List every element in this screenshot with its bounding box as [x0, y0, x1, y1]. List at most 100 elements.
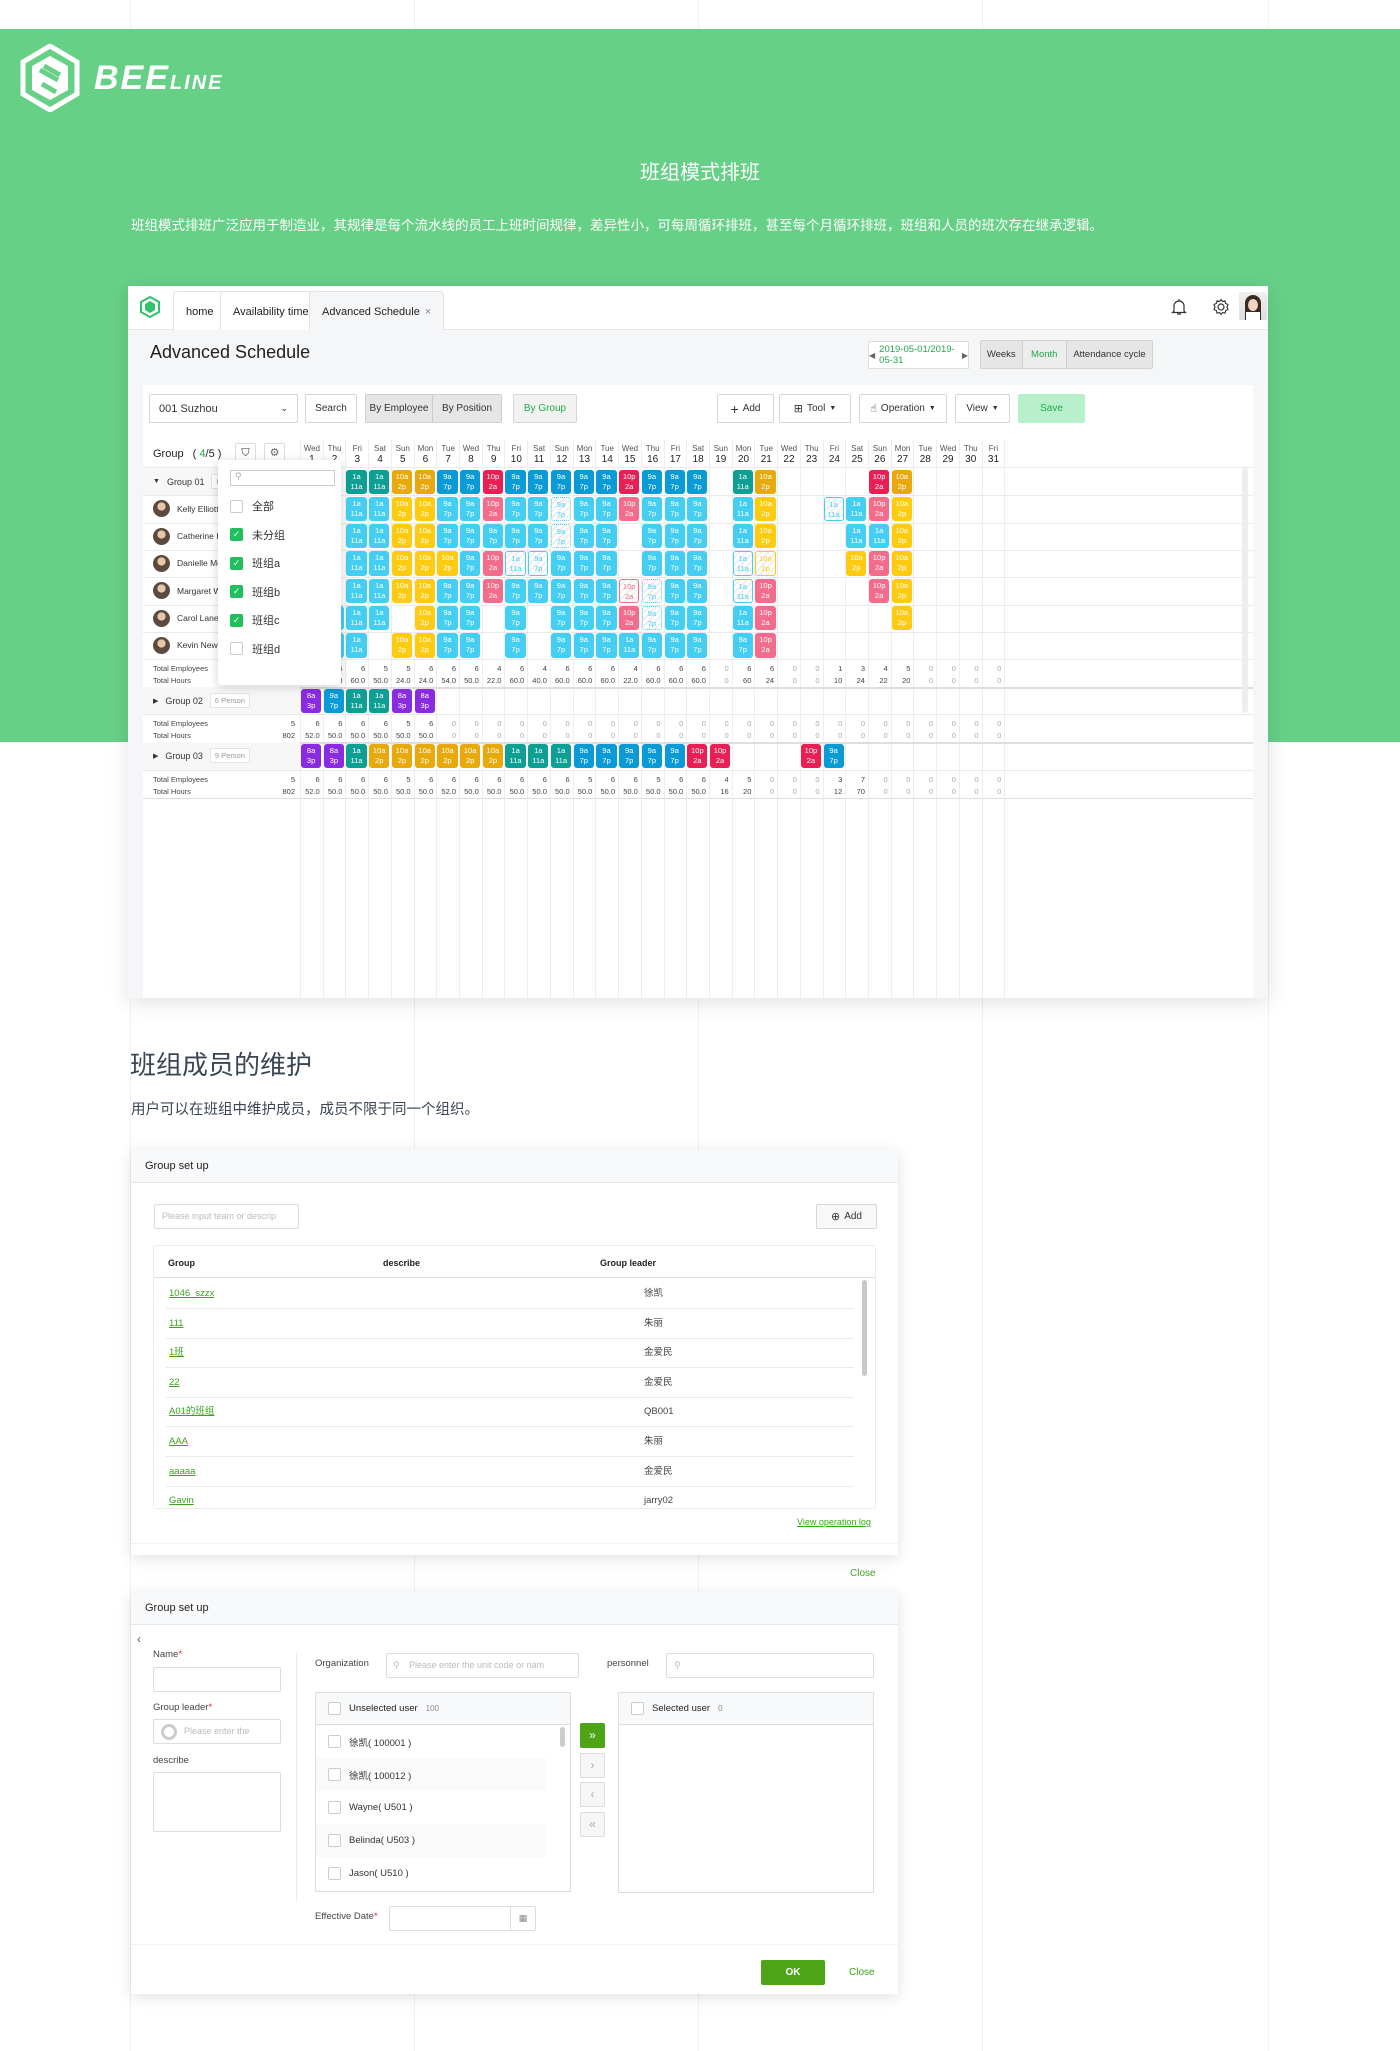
shift-cell[interactable]: 10a 2p	[414, 496, 435, 522]
shift-cell[interactable]: 1a 11a	[619, 633, 640, 658]
by-employee-button[interactable]: By Employee	[366, 395, 434, 422]
shift-cell[interactable]: 10a 2p	[891, 578, 912, 603]
shift-cell[interactable]: 10a 2p	[391, 551, 413, 576]
shift-cell[interactable]: 9a7p	[573, 496, 594, 522]
shift-cell[interactable]: 9a7p	[596, 551, 617, 576]
shift-cell[interactable]: 1a 11a	[346, 551, 367, 576]
shift-cell[interactable]: 10p 2a	[869, 551, 890, 576]
shift-cell[interactable]: 9a7p	[641, 469, 663, 494]
checkbox-checked-icon[interactable]: ✓	[230, 528, 243, 541]
shift-cell[interactable]: 1a 11a	[869, 524, 890, 549]
view-mode-month[interactable]: Month	[1022, 341, 1067, 368]
shift-cell[interactable]: 9a7p	[687, 578, 708, 603]
shift-cell[interactable]: 1a 11a	[550, 743, 572, 769]
next-period-icon[interactable]: ▶	[962, 351, 968, 360]
shift-cell[interactable]: 1a 11a	[846, 524, 867, 549]
shift-cell[interactable]: 1a 11a	[732, 578, 753, 603]
shift-cell[interactable]: 9a7p	[505, 633, 526, 658]
shift-cell[interactable]: 9a7p	[550, 633, 572, 658]
add-group-button[interactable]: ⊕ Add	[816, 1204, 877, 1229]
shift-cell[interactable]: 10a 2p	[891, 551, 912, 576]
user-list-item[interactable]: 徐凯( 100001 )	[316, 1725, 546, 1758]
shift-cell[interactable]: 9a7p	[550, 469, 572, 494]
move-left-button[interactable]: ‹	[580, 1782, 605, 1807]
user-checkbox[interactable]	[328, 1735, 341, 1748]
shift-cell[interactable]: 10a 2p	[391, 524, 413, 549]
shift-cell[interactable]: 9a7p	[505, 524, 526, 549]
close-button[interactable]: Close	[850, 1568, 876, 1579]
filter-option[interactable]: 班组d	[230, 641, 280, 657]
member-row[interactable]: Margaret Wh	[153, 582, 226, 600]
organization-search-input[interactable]: ⚲ Please enter the unit code or nam	[386, 1653, 579, 1678]
back-chevron-icon[interactable]: ‹	[137, 1632, 141, 1646]
shift-cell[interactable]: 9a7p	[641, 743, 663, 769]
group-row-header[interactable]: ▶ Group 03 9 Person	[153, 748, 250, 764]
user-list-item[interactable]: Belinda( U503 )	[316, 1824, 546, 1857]
user-checkbox[interactable]	[328, 1768, 341, 1781]
shift-cell[interactable]: 9a7p	[528, 469, 549, 494]
shift-cell[interactable]: 1a 11a	[346, 469, 367, 494]
list-scrollbar[interactable]	[560, 1727, 565, 1747]
user-checkbox[interactable]	[328, 1801, 341, 1814]
shift-cell[interactable]: 10a 2p	[891, 524, 912, 549]
shift-cell[interactable]: 9a7p	[437, 524, 458, 549]
shift-cell[interactable]: 9a7p	[573, 743, 594, 769]
tab-home[interactable]: home	[173, 291, 227, 330]
shift-cell[interactable]: 9a7p	[505, 469, 526, 494]
shift-cell[interactable]: 9a7p	[664, 496, 685, 522]
view-mode-weeks[interactable]: Weeks	[981, 341, 1023, 368]
shift-cell[interactable]: 9a7p	[619, 743, 640, 769]
member-row[interactable]: Danielle Moe	[153, 554, 227, 572]
shift-cell[interactable]: 9a7p	[664, 606, 685, 631]
shift-cell[interactable]: 9a7p	[596, 606, 617, 631]
shift-cell[interactable]: 9a7p	[573, 551, 594, 576]
shift-cell[interactable]: 10a 2p	[482, 743, 503, 769]
shift-cell[interactable]: 10a 2p	[369, 743, 390, 769]
shift-cell[interactable]: 9a7p	[528, 496, 549, 522]
shift-cell[interactable]: 9a7p	[505, 578, 526, 603]
caret-right-icon[interactable]: ▶	[153, 697, 158, 705]
shift-cell[interactable]: 10a 2p	[891, 606, 912, 631]
shift-cell[interactable]: 10p 2a	[869, 496, 890, 522]
shift-cell[interactable]: 10a 2p	[891, 469, 912, 494]
shift-cell[interactable]: 10p 2a	[800, 743, 822, 769]
member-row[interactable]: Carol Lane	[153, 609, 219, 627]
shift-cell[interactable]: 9a7p	[460, 524, 481, 549]
shift-cell[interactable]: 1a 11a	[369, 688, 390, 713]
group-search-input[interactable]: Please input team or descrip	[154, 1204, 299, 1229]
shift-cell[interactable]: 9a7p	[482, 524, 503, 549]
by-position-button[interactable]: By Position	[433, 395, 501, 422]
user-list-item[interactable]: Wayne( U501 )	[316, 1791, 546, 1824]
view-operation-log-link[interactable]: View operation log	[797, 1517, 871, 1527]
user-checkbox[interactable]	[328, 1867, 341, 1880]
shift-cell[interactable]: 10p 2a	[869, 469, 890, 494]
shift-cell[interactable]: 10p 2a	[619, 496, 640, 522]
shift-cell[interactable]: 9a7p	[596, 743, 617, 769]
shift-cell[interactable]: 9a7p	[528, 524, 549, 549]
shift-cell[interactable]: 9a7p	[687, 633, 708, 658]
shift-cell[interactable]: 10a 2p	[755, 524, 776, 549]
shift-cell[interactable]: 9a7p	[687, 524, 708, 549]
shift-cell[interactable]: 9a7p	[596, 578, 617, 603]
shift-cell[interactable]: 9a7p	[550, 496, 572, 522]
shift-cell[interactable]: 9a7p	[528, 551, 549, 576]
shift-cell[interactable]: 1a 11a	[732, 551, 753, 576]
checkbox-checked-icon[interactable]: ✓	[230, 613, 243, 627]
shift-cell[interactable]: 9a7p	[550, 551, 572, 576]
shift-cell[interactable]: 1a 11a	[369, 496, 390, 522]
group-link[interactable]: AAA	[169, 1427, 188, 1457]
move-all-left-button[interactable]: «	[580, 1812, 605, 1837]
group-link[interactable]: 1046_szzx	[169, 1279, 214, 1309]
filter-option[interactable]: 全部	[230, 498, 274, 514]
shift-cell[interactable]: 8a3p	[301, 688, 322, 713]
shift-cell[interactable]: 10a 2p	[437, 551, 458, 576]
shift-cell[interactable]: 1a 11a	[732, 606, 753, 631]
shift-cell[interactable]: 1a 11a	[346, 688, 367, 713]
shift-cell[interactable]: 10a 2p	[755, 496, 776, 522]
shift-cell[interactable]: 1a 11a	[505, 743, 526, 769]
shift-cell[interactable]: 1a 11a	[369, 606, 390, 631]
shift-cell[interactable]: 9a7p	[641, 496, 663, 522]
checkbox-checked-icon[interactable]: ✓	[230, 556, 243, 570]
member-row[interactable]: Catherine Hr	[153, 527, 225, 545]
shift-cell[interactable]: 9a7p	[437, 606, 458, 631]
